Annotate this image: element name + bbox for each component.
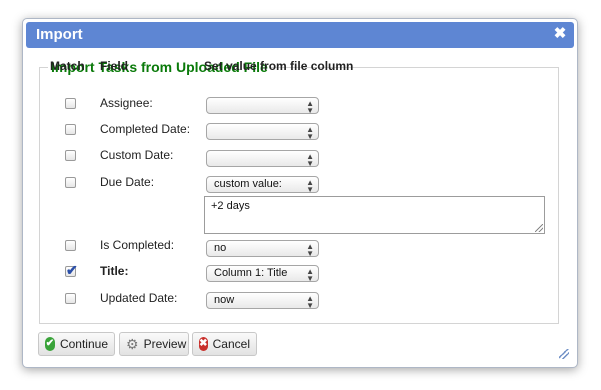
match-checkbox-custom-date[interactable] [65, 150, 76, 161]
header-match: Match [50, 59, 85, 73]
select-value: now [214, 294, 235, 306]
close-icon[interactable]: ✖ [552, 25, 568, 43]
column-select-completed-date[interactable]: ▲ ▼ [206, 123, 319, 141]
chevron-updown-icon: ▲ ▼ [306, 242, 314, 258]
textarea-resize-icon[interactable] [535, 224, 543, 232]
chevron-updown-icon: ▲ ▼ [306, 178, 314, 194]
continue-button[interactable]: ✔ Continue [38, 332, 115, 356]
column-select-custom-date[interactable]: ▲ ▼ [206, 150, 319, 168]
dialog-titlebar[interactable]: Import ✖ [26, 22, 574, 48]
match-checkbox-completed-date[interactable] [65, 124, 76, 135]
field-label-title: Title: [100, 264, 129, 278]
match-checkbox-updated-date[interactable] [65, 293, 76, 304]
select-value: custom value: [214, 178, 282, 190]
column-select-title[interactable]: Column 1: Title ▲ ▼ [206, 265, 319, 283]
cancel-label: Cancel [212, 337, 250, 351]
match-checkbox-is-completed[interactable] [65, 240, 76, 251]
chevron-updown-icon: ▲ ▼ [306, 125, 314, 141]
chevron-updown-icon: ▲ ▼ [306, 99, 314, 115]
field-label-assignee: Assignee: [100, 96, 153, 110]
custom-value-textarea[interactable]: +2 days [204, 196, 545, 234]
field-label-due-date: Due Date: [100, 175, 155, 189]
preview-label: Preview [143, 337, 187, 351]
chevron-updown-icon: ▲ ▼ [306, 267, 314, 283]
match-checkbox-title[interactable] [65, 262, 78, 279]
header-column: Set value from file column [204, 59, 354, 73]
preview-button[interactable]: ⚙ Preview [119, 332, 189, 356]
field-label-is-completed: Is Completed: [100, 238, 175, 252]
match-checkbox-due-date[interactable] [65, 177, 76, 188]
column-select-due-date[interactable]: custom value: ▲ ▼ [206, 176, 319, 194]
match-checkbox-assignee[interactable] [65, 98, 76, 109]
custom-value-text: +2 days [211, 200, 250, 212]
field-label-updated-date: Updated Date: [100, 291, 178, 305]
gear-icon: ⚙ [126, 336, 139, 352]
column-select-is-completed[interactable]: no ▲ ▼ [206, 240, 319, 258]
cancel-x-icon: ✖ [199, 337, 208, 351]
checkmark-icon: ✔ [45, 337, 55, 351]
chevron-updown-icon: ▲ ▼ [306, 152, 314, 168]
header-field: Field [100, 59, 129, 73]
column-select-assignee[interactable]: ▲ ▼ [206, 97, 319, 115]
chevron-updown-icon: ▲ ▼ [306, 294, 314, 310]
resize-handle-icon[interactable] [559, 349, 569, 359]
select-value: Column 1: Title [214, 267, 288, 279]
cancel-button[interactable]: ✖ Cancel [192, 332, 257, 356]
select-value: no [214, 242, 227, 254]
continue-label: Continue [59, 337, 108, 351]
dialog-title: Import [36, 26, 83, 43]
column-select-updated-date[interactable]: now ▲ ▼ [206, 292, 319, 310]
field-label-custom-date: Custom Date: [100, 148, 174, 162]
field-label-completed-date: Completed Date: [100, 122, 191, 136]
